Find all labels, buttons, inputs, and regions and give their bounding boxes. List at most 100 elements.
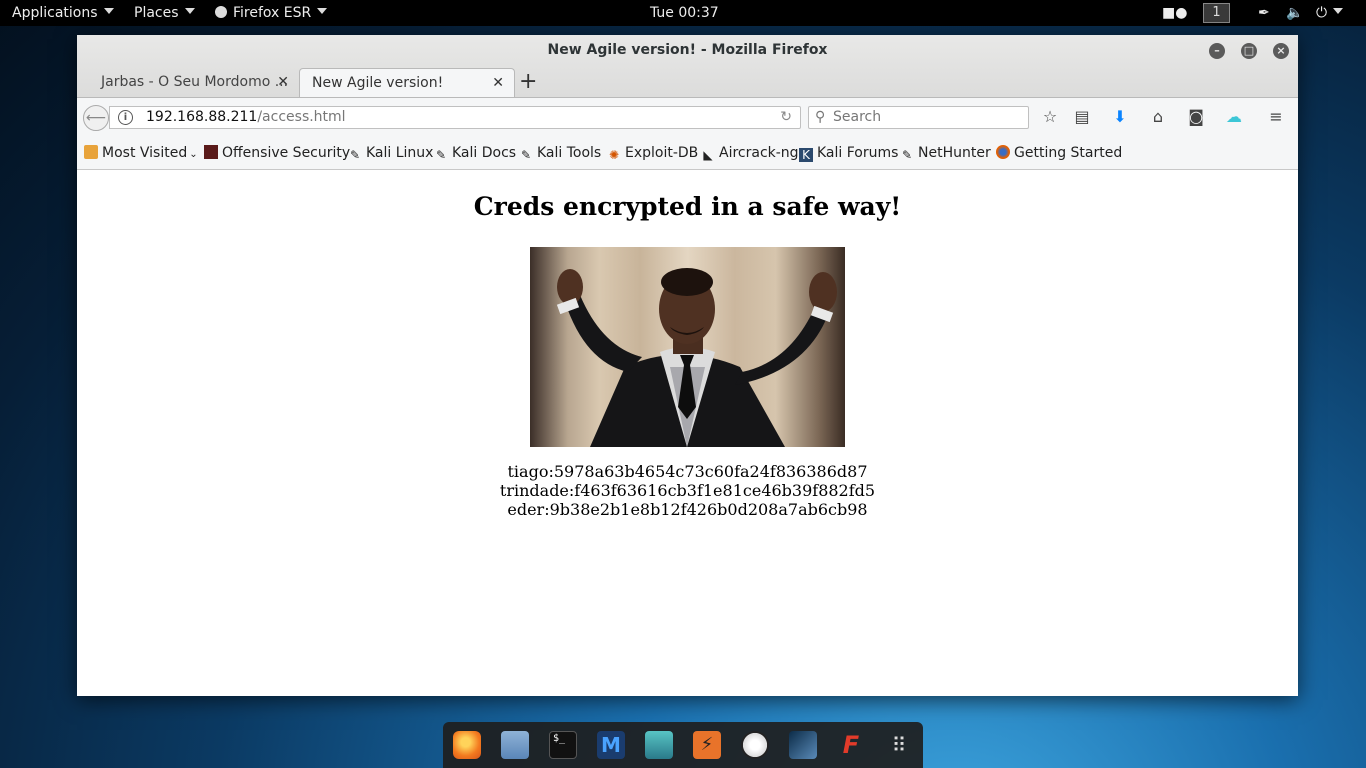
search-icon: ⚲ — [815, 109, 826, 125]
bookmark-label: NetHunter — [918, 145, 991, 161]
firefox-small-icon — [215, 6, 227, 18]
app-menu-label: Firefox ESR — [233, 5, 312, 21]
metasploit-icon[interactable]: M — [597, 731, 625, 759]
bookmark-label: Kali Docs — [452, 145, 517, 161]
page-content: Creds encrypted in a safe way! tiago:597… — [77, 170, 1298, 696]
bookmark-kali-linux[interactable]: ✎ Kali Linux — [348, 144, 434, 162]
bookmarks-toolbar: Most Visited ⌄ Offensive Security ✎ Kali L… — [77, 135, 1298, 170]
bookmark-label: Kali Tools — [537, 145, 602, 161]
armitage-icon[interactable] — [645, 731, 673, 759]
bookmark-label: Getting Started — [1014, 145, 1123, 161]
bookmark-nethunter[interactable]: ✎ NetHunter — [900, 144, 991, 162]
chevron-down-icon — [317, 8, 328, 14]
sync-cloud-icon[interactable]: ☁ — [1223, 107, 1245, 127]
new-tab-button[interactable]: + — [519, 70, 537, 94]
chevron-down-icon: ⌄ — [189, 149, 198, 160]
tab-jarbas[interactable]: Jarbas - O Seu Mordomo ... ✕ — [77, 68, 299, 97]
tab-label: Jarbas - O Seu Mordomo ... — [101, 74, 289, 90]
url-host: 192.168.88.211 — [146, 109, 258, 125]
url-path: /access.html — [257, 109, 346, 125]
bookmark-label: Offensive Security — [222, 145, 351, 161]
creds-list: tiago:5978a63b4654c73c60fa24f836386d87 t… — [77, 462, 1298, 519]
files-icon[interactable] — [501, 731, 529, 759]
chevron-down-icon — [103, 8, 114, 14]
top-bar: Applications Places Firefox ESR Tue 00:3… — [0, 0, 1366, 26]
search-input[interactable]: ⚲ Search — [808, 106, 1029, 129]
bookmark-label: Most Visited — [102, 145, 188, 161]
kali-dragon-icon: ✎ — [435, 148, 447, 162]
chevron-down-icon — [184, 8, 195, 14]
places-label: Places — [134, 5, 179, 21]
home-icon[interactable]: ⌂ — [1147, 107, 1169, 127]
back-button[interactable]: ⟵ — [83, 105, 109, 131]
firefox-icon[interactable] — [453, 731, 481, 759]
kali-dragon-icon: ✎ — [520, 148, 532, 162]
url-bar[interactable]: i 192.168.88.211/access.html ↻ — [109, 106, 801, 129]
app-grid-icon[interactable]: ⠿ — [885, 731, 913, 759]
maximize-button[interactable]: □ — [1241, 43, 1257, 59]
volume-icon[interactable]: 🔈 — [1286, 4, 1303, 22]
dock: $_ M ⚡ F ⠿ — [443, 722, 923, 768]
butler-photo-illustration — [556, 268, 837, 447]
menu-icon[interactable]: ≡ — [1265, 107, 1287, 127]
minimize-button[interactable]: – — [1209, 43, 1225, 59]
bookmark-label: Kali Forums — [817, 145, 899, 161]
forums-icon: K — [799, 148, 813, 162]
close-icon[interactable]: ✕ — [492, 69, 504, 97]
bookmark-aircrack-ng[interactable]: ◣ Aircrack-ng — [701, 144, 799, 162]
bookmark-kali-forums[interactable]: K Kali Forums — [799, 144, 898, 162]
bookmark-label: Exploit-DB — [625, 145, 699, 161]
pen-tool-icon[interactable]: ✒ — [1258, 4, 1270, 22]
power-icon[interactable]: ⏻ — [1316, 4, 1344, 22]
video-camera-icon[interactable]: ■● — [1162, 4, 1187, 22]
close-icon[interactable]: ✕ — [277, 68, 289, 96]
info-icon[interactable]: i — [118, 110, 133, 125]
kali-dragon-icon: ✎ — [901, 148, 913, 162]
url-text: 192.168.88.211/access.html — [146, 107, 346, 128]
app-menu[interactable]: Firefox ESR — [215, 4, 328, 22]
tab-new-agile[interactable]: New Agile version! ✕ — [299, 68, 515, 97]
butler-photo — [530, 247, 845, 447]
faraday-icon[interactable]: F — [837, 731, 865, 759]
pocket-icon[interactable]: ◙ — [1185, 107, 1207, 127]
bookmark-exploit-db[interactable]: ✺ Exploit-DB — [607, 144, 698, 162]
title-bar: New Agile version! - Mozilla Firefox – □… — [77, 35, 1298, 97]
bookmark-kali-tools[interactable]: ✎ Kali Tools — [519, 144, 601, 162]
burpsuite-icon[interactable]: ⚡ — [693, 731, 721, 759]
bookmark-label: Kali Linux — [366, 145, 434, 161]
applications-label: Applications — [12, 5, 98, 21]
clock[interactable]: Tue 00:37 — [650, 4, 719, 22]
cred-line: trindade:f463f63616cb3f1e81ce46b39f882fd… — [499, 481, 876, 500]
page-heading: Creds encrypted in a safe way! — [473, 192, 902, 221]
reading-list-icon[interactable]: ▤ — [1071, 107, 1093, 127]
places-menu[interactable]: Places — [134, 4, 195, 22]
beef-icon[interactable] — [789, 731, 817, 759]
bookmark-label: Aircrack-ng — [719, 145, 799, 161]
cred-line: tiago:5978a63b4654c73c60fa24f836386d87 — [507, 462, 868, 481]
firefox-window: New Agile version! - Mozilla Firefox – □… — [77, 35, 1298, 696]
bookmark-star-icon[interactable]: ☆ — [1039, 107, 1061, 127]
firefox-icon — [996, 145, 1010, 159]
bookmark-getting-started[interactable]: Getting Started — [996, 144, 1122, 162]
chevron-down-icon — [1333, 8, 1344, 14]
tab-label: New Agile version! — [312, 75, 444, 91]
search-placeholder: Search — [833, 109, 882, 125]
downloads-icon[interactable]: ⬇ — [1109, 107, 1131, 127]
reload-icon[interactable]: ↻ — [780, 107, 792, 128]
terminal-icon[interactable]: $_ — [549, 731, 577, 759]
bookmark-offensive-security[interactable]: Offensive Security — [204, 144, 350, 162]
bookmark-most-visited[interactable]: Most Visited ⌄ — [84, 144, 198, 162]
cred-line: eder:9b38e2b1e8b12f426b0d208a7ab6cb98 — [507, 500, 868, 519]
exploit-db-icon: ✺ — [608, 148, 620, 162]
window-title: New Agile version! - Mozilla Firefox — [547, 42, 828, 58]
kali-dragon-icon: ✎ — [349, 148, 361, 162]
close-button[interactable]: × — [1273, 43, 1289, 59]
nav-bar: ⟵ i 192.168.88.211/access.html ↻ ⚲ Searc… — [77, 97, 1298, 135]
applications-menu[interactable]: Applications — [12, 4, 114, 22]
offsec-icon — [204, 145, 218, 159]
aircrack-icon: ◣ — [703, 148, 713, 162]
workspace-indicator[interactable]: 1 — [1203, 3, 1230, 23]
maltego-icon[interactable] — [741, 731, 769, 759]
folder-icon — [84, 145, 98, 159]
bookmark-kali-docs[interactable]: ✎ Kali Docs — [434, 144, 516, 162]
